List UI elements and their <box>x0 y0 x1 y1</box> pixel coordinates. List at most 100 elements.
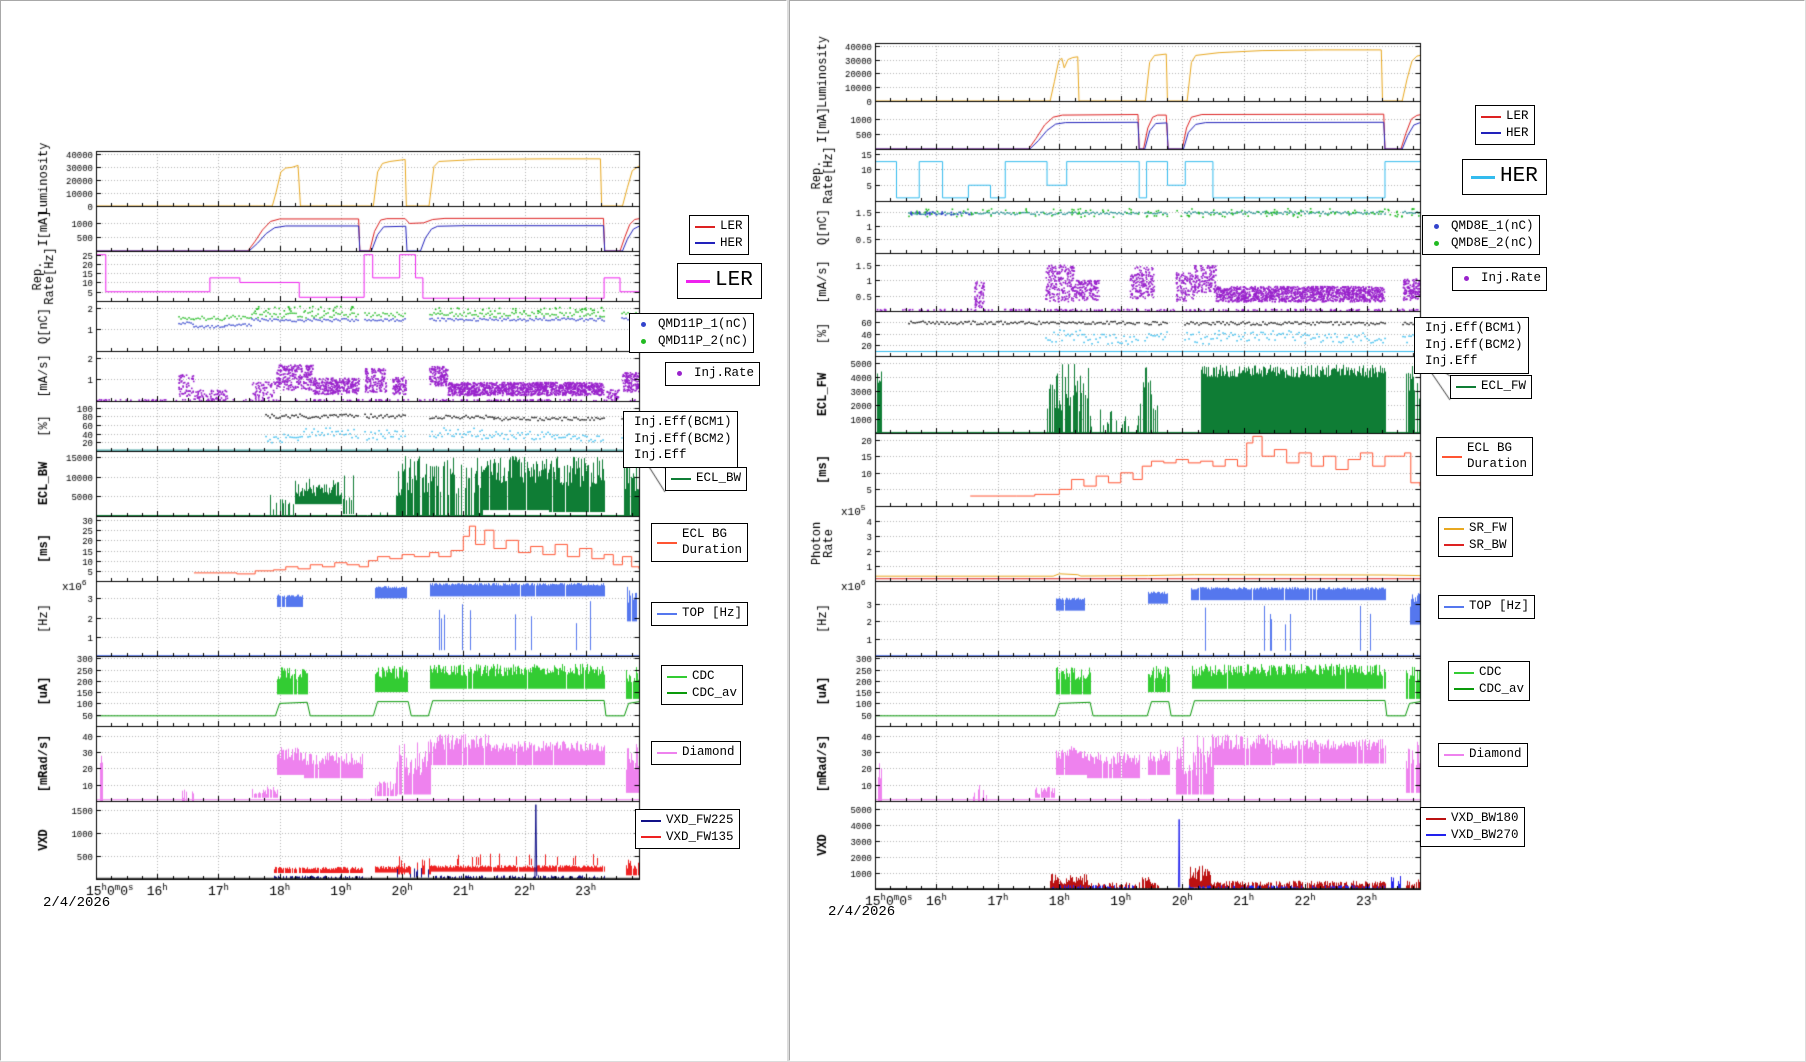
legend-label: Inj.Eff(BCM1) <box>1425 321 1523 337</box>
marker-dot-icon <box>1464 276 1469 281</box>
legend-entry: VXD_BW270 <box>1426 828 1519 844</box>
legend-entry: HER <box>695 236 743 252</box>
marker-line-icon <box>1444 606 1464 608</box>
legend-entry: QMD11P_2(nC) <box>635 334 748 350</box>
legend-entry: TOP [Hz] <box>657 606 742 622</box>
legend-entry: CDC_av <box>1454 682 1524 698</box>
legend-entry: Inj.Eff(BCM2) <box>1420 338 1523 354</box>
legend-entry: QMD11P_1(nC) <box>635 317 748 333</box>
legend-current: LERHER <box>1475 105 1535 145</box>
legend-label: Inj.Eff(BCM2) <box>634 432 732 448</box>
marker-dot-icon <box>1434 241 1439 246</box>
legend-entry: Inj.Eff(BCM1) <box>1420 321 1523 337</box>
legend-entry: TOP [Hz] <box>1444 599 1529 615</box>
beam-status-screen: 2/4/2026 LERHERLERQMD11P_1(nC)QMD11P_2(n… <box>0 0 1806 1062</box>
window-right-ring-monitor: 2/4/2026 LERHERHERQMD8E_1(nC)QMD8E_2(nC)… <box>789 0 1804 1060</box>
legend-label: QMD8E_2(nC) <box>1451 236 1534 252</box>
legend-label: Inj.Rate <box>694 366 754 382</box>
legend-label: QMD11P_2(nC) <box>658 334 748 350</box>
legend-ecl-bw: ECL_BW <box>665 467 747 491</box>
legend-rep-rate-ring: HER <box>1462 159 1547 195</box>
legend-entry: ECL BG Duration <box>1442 441 1527 472</box>
legend-inj-eff: Inj.Eff(BCM1)Inj.Eff(BCM2)Inj.Eff <box>1414 317 1529 374</box>
marker-line-icon <box>695 226 715 228</box>
legend-label: VXD_BW180 <box>1451 811 1519 827</box>
marker-line-icon <box>667 676 687 678</box>
window-left-ring-monitor: 2/4/2026 LERHERLERQMD11P_1(nC)QMD11P_2(n… <box>0 0 786 1060</box>
marker-line-icon <box>657 542 677 544</box>
legend-label: CDC <box>1479 665 1502 681</box>
marker-line-icon <box>686 280 710 283</box>
legend-ecl-bg: ECL BG Duration <box>1436 437 1533 476</box>
legend-label: VXD_FW135 <box>666 830 734 846</box>
legend-entry: ECL_BW <box>671 471 741 487</box>
legend-entry: QMD8E_1(nC) <box>1428 219 1534 235</box>
date-label: 2/4/2026 <box>828 904 895 920</box>
legend-entry: LER <box>695 219 743 235</box>
legend-label: LER <box>715 268 753 294</box>
legend-label: VXD_BW270 <box>1451 828 1519 844</box>
marker-dot-icon <box>1434 224 1439 229</box>
right-strip-charts-canvas <box>790 1 1805 1061</box>
marker-line-icon <box>1444 544 1464 546</box>
marker-line-icon <box>1471 176 1495 179</box>
legend-entry: Inj.Eff <box>1420 354 1523 370</box>
legend-label: Inj.Eff(BCM1) <box>634 415 732 431</box>
legend-inj-rate: Inj.Rate <box>665 362 760 386</box>
legend-current: LERHER <box>689 215 749 255</box>
legend-cdc: CDCCDC_av <box>661 665 743 705</box>
legend-label: CDC_av <box>1479 682 1524 698</box>
legend-ecl-fw: ECL_FW <box>1450 375 1532 399</box>
legend-charge: QMD11P_1(nC)QMD11P_2(nC) <box>629 313 754 353</box>
legend-label: Inj.Eff(BCM2) <box>1425 338 1523 354</box>
legend-entry: Inj.Eff(BCM1) <box>629 415 732 431</box>
marker-line-icon <box>657 613 677 615</box>
legend-label: Diamond <box>1469 747 1522 763</box>
legend-label: Inj.Eff <box>1425 354 1478 370</box>
legend-label: LER <box>1506 109 1529 125</box>
marker-line-icon <box>1444 754 1464 756</box>
legend-diamond: Diamond <box>651 741 741 765</box>
legend-label: HER <box>1506 126 1529 142</box>
legend-entry: QMD8E_2(nC) <box>1428 236 1534 252</box>
legend-entry: SR_FW <box>1444 521 1507 537</box>
legend-entry: VXD_BW180 <box>1426 811 1519 827</box>
legend-inj-rate: Inj.Rate <box>1452 267 1547 291</box>
marker-line-icon <box>671 478 691 480</box>
legend-label: HER <box>720 236 743 252</box>
date-label: 2/4/2026 <box>43 895 110 911</box>
legend-ecl-bg: ECL BG Duration <box>651 523 748 562</box>
legend-diamond: Diamond <box>1438 743 1528 767</box>
legend-vxd: VXD_FW225VXD_FW135 <box>635 809 740 849</box>
legend-label: Inj.Eff <box>634 448 687 464</box>
marker-line-icon <box>1481 116 1501 118</box>
legend-entry: SR_BW <box>1444 538 1507 554</box>
legend-entry: CDC <box>1454 665 1524 681</box>
legend-cdc: CDCCDC_av <box>1448 661 1530 701</box>
legend-entry: Diamond <box>1444 747 1522 763</box>
legend-entry: CDC_av <box>667 686 737 702</box>
legend-label: ECL BG Duration <box>682 527 742 558</box>
legend-label: HER <box>1500 164 1538 190</box>
legend-label: ECL_BW <box>696 471 741 487</box>
legend-entry: Inj.Rate <box>671 366 754 382</box>
legend-charge: QMD8E_1(nC)QMD8E_2(nC) <box>1422 215 1540 255</box>
marker-line-icon <box>1426 818 1446 820</box>
legend-label: QMD8E_1(nC) <box>1451 219 1534 235</box>
marker-line-icon <box>641 820 661 822</box>
legend-sr: SR_FWSR_BW <box>1438 517 1513 557</box>
legend-top: TOP [Hz] <box>651 602 748 626</box>
marker-line-icon <box>1456 386 1476 388</box>
legend-entry: Diamond <box>657 745 735 761</box>
legend-entry: ECL BG Duration <box>657 527 742 558</box>
legend-entry: HER <box>1481 126 1529 142</box>
marker-line-icon <box>1444 528 1464 530</box>
legend-vxd: VXD_BW180VXD_BW270 <box>1420 807 1525 847</box>
legend-label: Diamond <box>682 745 735 761</box>
marker-dot-icon <box>641 322 646 327</box>
marker-dot-icon <box>641 339 646 344</box>
legend-label: VXD_FW225 <box>666 813 734 829</box>
legend-entry: VXD_FW225 <box>641 813 734 829</box>
marker-line-icon <box>641 836 661 838</box>
marker-line-icon <box>1454 688 1474 690</box>
